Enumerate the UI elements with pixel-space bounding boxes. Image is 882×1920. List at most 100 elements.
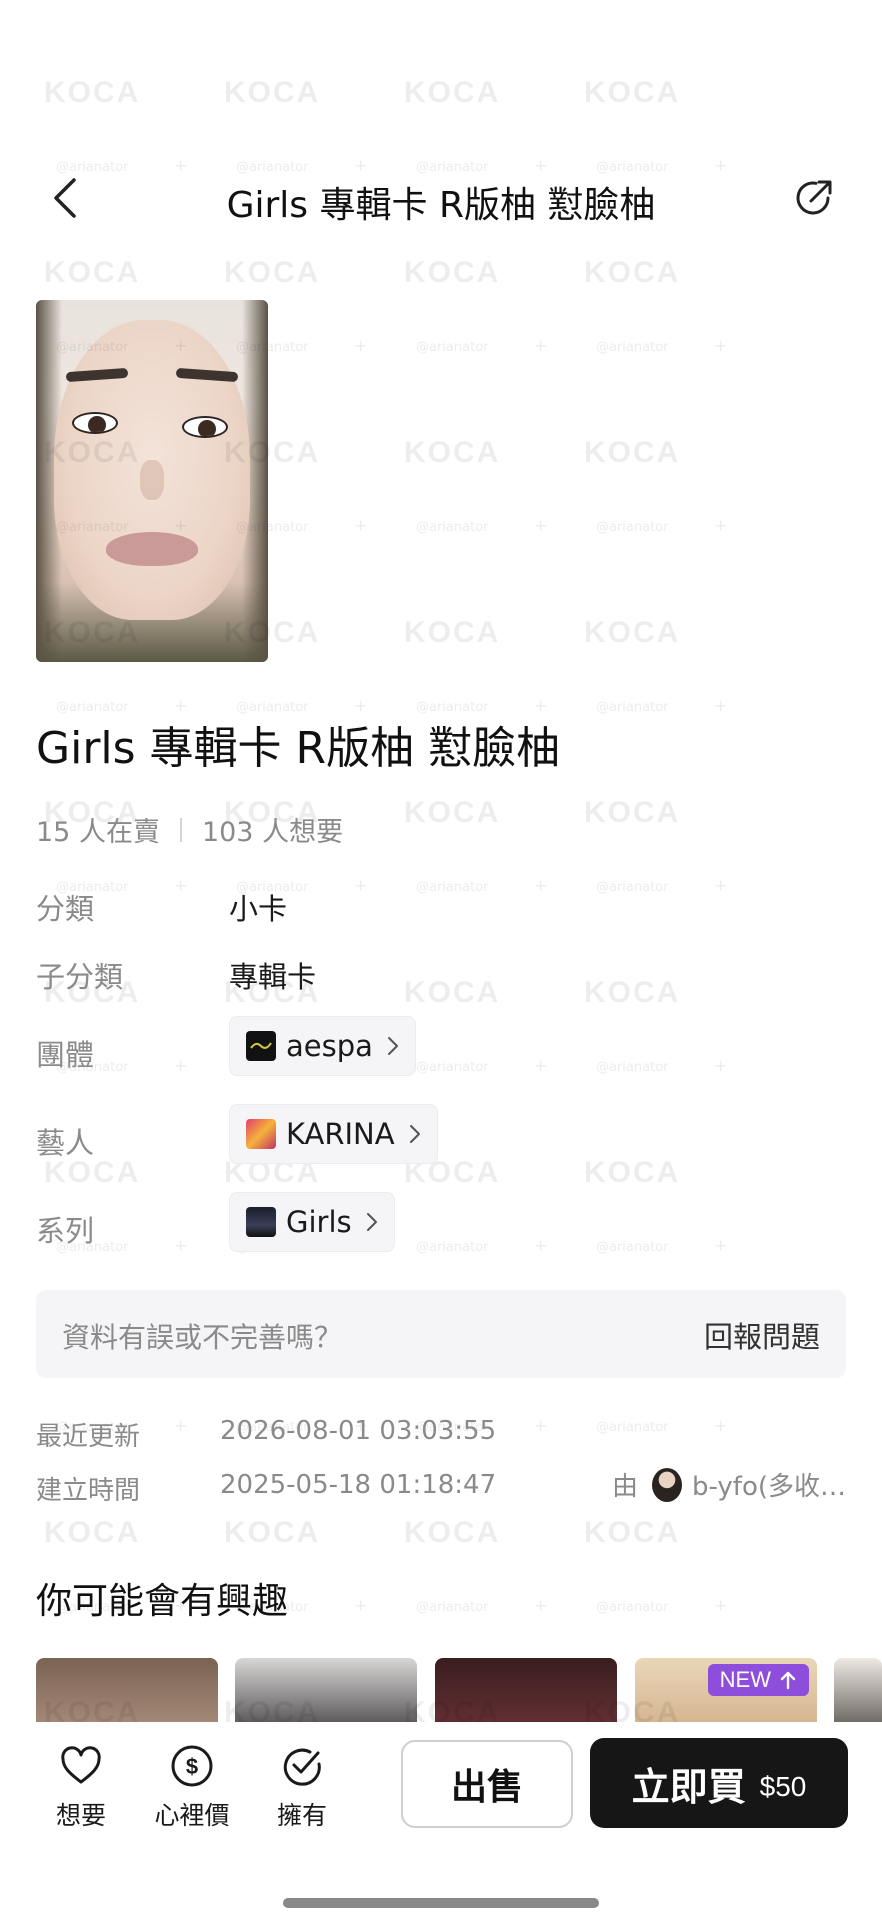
group-chip[interactable]: aespa bbox=[229, 1016, 416, 1076]
new-badge-label: NEW bbox=[719, 1667, 771, 1692]
watermark-brand: KOCA bbox=[404, 256, 501, 289]
created-value: 2025-05-18 01:18:47 bbox=[220, 1470, 497, 1500]
watermark-handle: @arianator bbox=[596, 1240, 669, 1255]
watermark-handle: @arianator bbox=[596, 700, 669, 715]
watermark-brand: KOCA bbox=[584, 616, 681, 649]
series-name: Girls bbox=[286, 1205, 352, 1239]
product-stats: 15 人在賣 103 人想要 bbox=[36, 810, 343, 849]
watermark-brand: KOCA bbox=[584, 436, 681, 469]
buy-now-button[interactable]: 立即買 $50 bbox=[590, 1738, 848, 1828]
watermark-handle: @arianator bbox=[416, 1240, 489, 1255]
watermark-brand: KOCA bbox=[224, 1516, 321, 1549]
bottom-action-bar: 想要 $ 心裡價 擁有 出售 立即買 $50 bbox=[0, 1722, 882, 1920]
eye-left bbox=[72, 412, 118, 434]
watermark-handle: @arianator bbox=[416, 340, 489, 355]
home-indicator bbox=[283, 1898, 599, 1908]
watermark-brand: KOCA bbox=[584, 796, 681, 829]
watermark-plus: + bbox=[174, 1236, 188, 1255]
product-card-image[interactable] bbox=[36, 300, 268, 662]
heart-icon bbox=[61, 1746, 101, 1784]
own-label: 擁有 bbox=[276, 1801, 327, 1830]
own-button[interactable]: 擁有 bbox=[252, 1744, 352, 1832]
watermark-plus: + bbox=[714, 336, 728, 355]
watermark-plus: + bbox=[714, 876, 728, 895]
watermark-plus: + bbox=[354, 1596, 368, 1615]
watermark-handle: @arianator bbox=[416, 1600, 489, 1615]
group-thumbnail bbox=[246, 1031, 276, 1061]
selling-count: 15 人在賣 bbox=[36, 817, 160, 848]
mind-price-button[interactable]: $ 心裡價 bbox=[142, 1744, 242, 1832]
buy-now-label: 立即買 bbox=[631, 1764, 746, 1809]
series-label: 系列 bbox=[36, 1214, 95, 1248]
watermark-brand: KOCA bbox=[404, 1516, 501, 1549]
buy-price: $50 bbox=[759, 1771, 807, 1802]
lips bbox=[106, 532, 198, 566]
watermark-plus: + bbox=[714, 1416, 728, 1435]
watermark-plus: + bbox=[354, 336, 368, 355]
share-icon bbox=[796, 180, 832, 215]
watermark-handle: @arianator bbox=[596, 1420, 669, 1435]
watermark-plus: + bbox=[714, 1236, 728, 1255]
want-button[interactable]: 想要 bbox=[31, 1744, 131, 1832]
watermark-brand: KOCA bbox=[44, 76, 141, 109]
header: Girls 專輯卡 R版柚 懟臉柚 bbox=[0, 160, 882, 236]
watermark-handle: @arianator bbox=[596, 880, 669, 895]
watermark-layer: KOCA @arianator + KOCA @arianator + KOCA @arian… bbox=[0, 0, 882, 1920]
recommendations-title: 你可能會有興趣 bbox=[36, 1581, 289, 1622]
watermark-brand: KOCA bbox=[224, 76, 321, 109]
watermark-plus: + bbox=[354, 516, 368, 535]
watermark-brand: KOCA bbox=[404, 616, 501, 649]
by-label: 由 bbox=[611, 1472, 638, 1502]
artist-chip[interactable]: KARINA bbox=[229, 1104, 438, 1164]
series-chip[interactable]: Girls bbox=[229, 1192, 395, 1252]
updated-value: 2026-08-01 03:03:55 bbox=[220, 1416, 497, 1446]
watermark-brand: KOCA bbox=[404, 796, 501, 829]
watermark-handle: @arianator bbox=[596, 520, 669, 535]
watermark-brand: KOCA bbox=[404, 76, 501, 109]
watermark-plus: + bbox=[714, 696, 728, 715]
watermark-handle: @arianator bbox=[596, 1060, 669, 1075]
watermark-brand: KOCA bbox=[44, 256, 141, 289]
watermark-handle: @arianator bbox=[416, 1060, 489, 1075]
dollar-circle-icon: $ bbox=[171, 1745, 213, 1787]
watermark-plus: + bbox=[534, 336, 548, 355]
category-value: 小卡 bbox=[229, 892, 288, 926]
watermark-plus: + bbox=[174, 1416, 188, 1435]
subcategory-label: 子分類 bbox=[36, 960, 124, 994]
page-title: Girls 專輯卡 R版柚 懟臉柚 bbox=[226, 185, 656, 226]
sell-button[interactable]: 出售 bbox=[401, 1740, 573, 1828]
back-button[interactable] bbox=[38, 170, 90, 226]
watermark-brand: KOCA bbox=[584, 76, 681, 109]
watermark-brand: KOCA bbox=[584, 256, 681, 289]
report-prompt: 資料有誤或不完善嗎？ bbox=[62, 1321, 343, 1354]
subcategory-value: 專輯卡 bbox=[229, 960, 317, 994]
report-box: 資料有誤或不完善嗎？ 回報問題 bbox=[36, 1290, 846, 1378]
mind-price-label: 心裡價 bbox=[154, 1801, 230, 1830]
watermark-brand: KOCA bbox=[44, 1516, 141, 1549]
category-label: 分類 bbox=[36, 892, 95, 926]
svg-text:$: $ bbox=[186, 1754, 198, 1779]
watermark-plus: + bbox=[174, 1056, 188, 1075]
artist-name: KARINA bbox=[286, 1117, 395, 1151]
watermark-plus: + bbox=[714, 1596, 728, 1615]
created-label: 建立時間 bbox=[36, 1476, 141, 1506]
group-name: aespa bbox=[286, 1029, 373, 1063]
report-issue-link[interactable]: 回報問題 bbox=[704, 1314, 820, 1356]
artist-label: 藝人 bbox=[36, 1126, 95, 1160]
group-label: 團體 bbox=[36, 1038, 95, 1072]
watermark-brand: KOCA bbox=[584, 1156, 681, 1189]
product-title: Girls 專輯卡 R版柚 懟臉柚 bbox=[36, 723, 561, 774]
watermark-plus: + bbox=[354, 876, 368, 895]
watermark-brand: KOCA bbox=[584, 976, 681, 1009]
watermark-plus: + bbox=[534, 516, 548, 535]
watermark-brand: KOCA bbox=[404, 436, 501, 469]
watermark-plus: + bbox=[534, 876, 548, 895]
chevron-left-icon bbox=[54, 178, 76, 218]
share-button[interactable] bbox=[786, 170, 842, 226]
nose bbox=[140, 460, 164, 500]
creator-info[interactable]: 由 b-yfo(多收… bbox=[612, 1466, 846, 1503]
watermark-handle: @arianator bbox=[416, 520, 489, 535]
watermark-handle: @arianator bbox=[596, 340, 669, 355]
watermark-plus: + bbox=[534, 1056, 548, 1075]
chevron-right-icon bbox=[387, 1037, 398, 1055]
